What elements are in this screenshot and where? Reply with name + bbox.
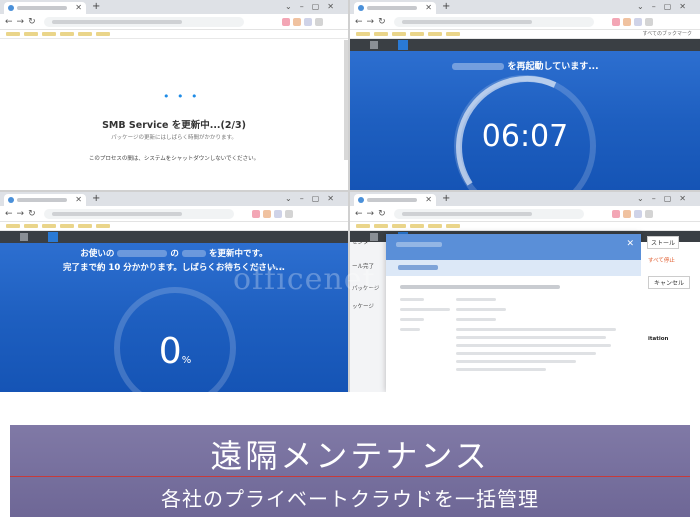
bookmarks-bar (0, 30, 348, 39)
watermark: officenet (233, 262, 376, 297)
dialog-header: ✕ (386, 234, 641, 260)
update-dialog: ✕ (386, 234, 641, 392)
nav-buttons[interactable]: ←→↻ (5, 16, 40, 28)
banner-divider (10, 476, 690, 477)
bookmarks-bar (0, 222, 348, 231)
tab-strip: ✕ + ⌄–▢✕ (0, 0, 348, 14)
stop-all-link[interactable]: すべて停止 (648, 256, 675, 264)
line1-suffix: を更新中です。 (208, 249, 268, 259)
tab-strip: ✕ + ⌄–▢✕ (350, 0, 700, 14)
menu-icon[interactable] (20, 233, 28, 241)
window-controls[interactable]: ⌄–▢✕ (285, 193, 342, 205)
app-icon[interactable] (398, 40, 408, 50)
update-title: SMB Service を更新中...(2/3) (102, 120, 246, 131)
nav-buttons[interactable]: ←→↻ (355, 208, 390, 220)
bookmarks-bar: すべてのブックマーク (350, 30, 700, 39)
countdown-timer: 06:07 (481, 119, 569, 154)
update-subtitle: パッケージの更新にはしばらく時間がかかります。 (111, 135, 237, 141)
restart-message: を再起動しています... (350, 59, 700, 72)
new-tab-icon[interactable]: + (442, 193, 450, 205)
tab-strip: ✕ + ⌄–▢✕ (350, 192, 700, 206)
package-right-panel: ストール すべて停止 キャンセル itation (641, 236, 700, 392)
close-icon[interactable]: ✕ (626, 239, 634, 249)
vertical-divider (348, 0, 350, 392)
url-field[interactable] (44, 209, 234, 219)
cancel-button[interactable]: キャンセル (648, 276, 691, 289)
browser-window-smb-update: ✕ + ⌄–▢✕ ←→↻ • • • SMB Service を更新中...(2… (0, 0, 348, 190)
collage: ✕ + ⌄–▢✕ ←→↻ • • • SMB Service を更新中...(2… (0, 0, 700, 525)
loading-dots-icon: • • • (163, 90, 200, 103)
horizontal-divider (0, 190, 700, 192)
window-controls[interactable]: ⌄–▢✕ (637, 1, 694, 13)
url-field[interactable] (44, 17, 244, 27)
address-bar: ←→↻ (0, 14, 348, 30)
progress-percent: 0% (110, 331, 240, 372)
tab-strip: ✕ + ⌄–▢✕ (0, 192, 348, 206)
url-field[interactable] (394, 17, 594, 27)
window-controls[interactable]: ⌄–▢✕ (285, 1, 342, 13)
new-tab-icon[interactable]: + (92, 1, 100, 13)
new-tab-icon[interactable]: + (92, 193, 100, 205)
station-label: itation (648, 336, 669, 342)
browser-window-package-center: ✕ + ⌄–▢✕ ←→↻ センター ール完了 パッケージ ッケージ ✕ ストール… (350, 192, 700, 392)
browser-tab[interactable]: ✕ (4, 194, 86, 206)
update-line-1: お使いの の を更新中です。 (0, 247, 348, 259)
percent-unit: % (181, 355, 192, 366)
url-field[interactable] (394, 209, 584, 219)
address-bar: ←→↻ (0, 206, 348, 222)
line1-prefix: お使いの (80, 249, 115, 259)
new-tab-icon[interactable]: + (442, 1, 450, 13)
sidebar-item-packages-2[interactable]: ッケージ (352, 302, 374, 310)
percent-value: 0 (158, 331, 182, 372)
update-warning: このプロセスの間は、システムをシャットダウンしないでください。 (88, 156, 260, 162)
address-bar: ←→↻ (350, 14, 700, 30)
browser-window-restart: ✕ + ⌄–▢✕ ←→↻ すべてのブックマーク を再起動しています... 06:… (350, 0, 700, 190)
install-button[interactable]: ストール (647, 236, 680, 249)
browser-tab[interactable]: ✕ (354, 2, 436, 14)
bookmarks-bar (350, 222, 700, 231)
close-tab-icon[interactable]: ✕ (75, 2, 82, 14)
restart-text: を再起動しています... (507, 62, 599, 72)
close-tab-icon[interactable]: ✕ (425, 2, 432, 14)
bookmarks-label[interactable]: すべてのブックマーク (643, 30, 692, 39)
line1-mid: の (170, 249, 179, 259)
address-bar: ←→↻ (350, 206, 700, 222)
window-controls[interactable]: ⌄–▢✕ (637, 193, 694, 205)
banner-subtitle: 各社のプライベートクラウドを一括管理 (161, 487, 539, 511)
close-tab-icon[interactable]: ✕ (425, 194, 432, 206)
browser-tab[interactable]: ✕ (4, 2, 86, 14)
app-icon[interactable] (48, 232, 58, 242)
menu-icon[interactable] (370, 41, 378, 49)
dsm-taskbar (0, 231, 348, 243)
nav-buttons[interactable]: ←→↻ (5, 208, 40, 220)
update-page: • • • SMB Service を更新中...(2/3) パッケージの更新に… (0, 40, 348, 190)
dialog-subheader (386, 260, 641, 276)
dsm-taskbar (350, 39, 700, 51)
restart-screen: を再起動しています... 06:07 (350, 51, 700, 190)
nav-buttons[interactable]: ←→↻ (355, 16, 390, 28)
sidebar-item-center[interactable]: センター (352, 238, 374, 246)
caption-banner: 遠隔メンテナンス 各社のプライベートクラウドを一括管理 (10, 425, 690, 517)
browser-tab[interactable]: ✕ (354, 194, 436, 206)
close-tab-icon[interactable]: ✕ (75, 194, 82, 206)
package-center: センター ール完了 パッケージ ッケージ ✕ ストール すべて停止 キャンセル … (350, 234, 700, 392)
banner-title: 遠隔メンテナンス (210, 437, 490, 475)
